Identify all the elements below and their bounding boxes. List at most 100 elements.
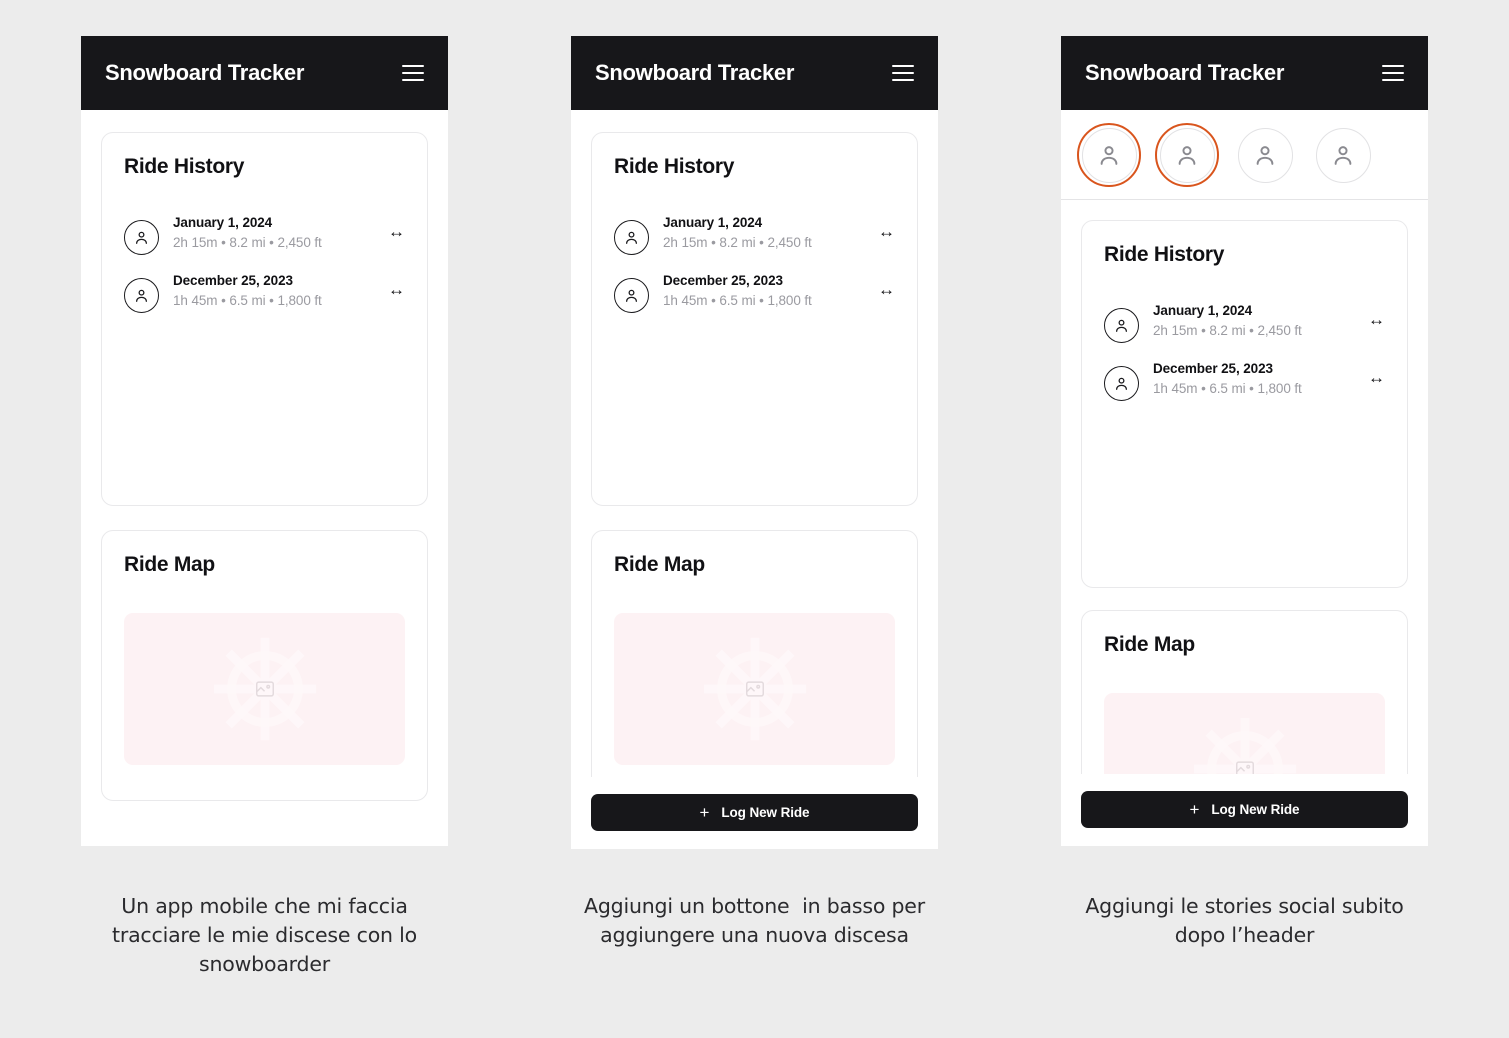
log-new-ride-button[interactable]: + Log New Ride	[591, 794, 918, 831]
story-item-4[interactable]	[1311, 123, 1375, 187]
phone-mockup-3: Snowboard Tracker Ride History January 1…	[1061, 36, 1428, 846]
plus-icon: +	[1189, 799, 1200, 819]
user-avatar-icon	[124, 278, 159, 313]
ride-history-title: Ride History	[614, 155, 735, 178]
app-content-2: Ride History January 1, 2024 2h 15m • 8.…	[571, 110, 938, 849]
ride-text: December 25, 2023 1h 45m • 6.5 mi • 1,80…	[1153, 359, 1348, 400]
user-avatar-icon	[614, 278, 649, 313]
screenshot-board: Snowboard Tracker Ride History January 1…	[0, 0, 1509, 1038]
user-avatar-icon	[1334, 146, 1352, 165]
hamburger-line	[402, 71, 424, 75]
panel-3: Snowboard Tracker Ride History January 1…	[1061, 36, 1428, 950]
user-avatar-icon	[1256, 146, 1274, 165]
ride-history-card: Ride History January 1, 2024 2h 15m • 8.…	[591, 132, 918, 506]
app-content-1: Ride History January 1, 2024 2h 15m • 8.…	[81, 110, 448, 846]
log-new-ride-button[interactable]: + Log New Ride	[1081, 791, 1408, 828]
ride-text: January 1, 2024 2h 15m • 8.2 mi • 2,450 …	[1153, 301, 1348, 342]
panel-2: Snowboard Tracker Ride History January 1…	[571, 36, 938, 950]
ride-history-title: Ride History	[124, 155, 245, 178]
panel-3-caption: Aggiungi le stories social subito dopo l…	[1085, 894, 1410, 947]
app-title: Snowboard Tracker	[1085, 60, 1285, 85]
app-title: Snowboard Tracker	[105, 60, 305, 85]
phone-mockup-2: Snowboard Tracker Ride History January 1…	[571, 36, 938, 849]
ride-stats: 2h 15m • 8.2 mi • 2,450 ft	[663, 235, 812, 251]
ride-list-item[interactable]: January 1, 2024 2h 15m • 8.2 mi • 2,450 …	[614, 213, 895, 255]
app-header-1: Snowboard Tracker	[81, 36, 448, 110]
ride-list-item[interactable]: December 25, 2023 1h 45m • 6.5 mi • 1,80…	[1104, 359, 1385, 401]
ride-map-card: Ride Map	[591, 530, 918, 801]
log-new-ride-label: Log New Ride	[1211, 802, 1300, 817]
hamburger-line	[1382, 64, 1404, 67]
ride-list-item[interactable]: December 25, 2023 1h 45m • 6.5 mi • 1,80…	[124, 271, 405, 313]
ride-list: January 1, 2024 2h 15m • 8.2 mi • 2,450 …	[124, 213, 405, 313]
story-avatar-ring	[1159, 127, 1215, 183]
hamburger-line	[892, 71, 914, 75]
user-avatar-icon	[614, 220, 649, 255]
broken-image-icon	[745, 681, 764, 697]
ride-text: January 1, 2024 2h 15m • 8.2 mi • 2,450 …	[663, 213, 858, 254]
user-avatar-icon	[124, 220, 159, 255]
ride-map-title: Ride Map	[614, 553, 705, 576]
user-avatar-icon	[1178, 146, 1196, 165]
social-stories-bar	[1061, 110, 1428, 200]
ride-expand-arrow-icon[interactable]: ↔	[388, 281, 405, 298]
ride-stats: 1h 45m • 6.5 mi • 1,800 ft	[173, 293, 322, 309]
ride-date: January 1, 2024	[1153, 303, 1253, 318]
hamburger-line	[892, 79, 914, 82]
panel-1-caption: Un app mobile che mi faccia tracciare le…	[112, 894, 424, 976]
ride-list-item[interactable]: December 25, 2023 1h 45m • 6.5 mi • 1,80…	[614, 271, 895, 313]
ride-expand-arrow-icon[interactable]: ↔	[1368, 369, 1385, 386]
ride-list: January 1, 2024 2h 15m • 8.2 mi • 2,450 …	[1104, 301, 1385, 401]
ride-date: December 25, 2023	[1153, 361, 1273, 376]
ride-list: January 1, 2024 2h 15m • 8.2 mi • 2,450 …	[614, 213, 895, 313]
ride-date: January 1, 2024	[173, 215, 273, 230]
ride-map-image[interactable]	[614, 613, 895, 765]
ride-expand-arrow-icon[interactable]: ↔	[388, 223, 405, 240]
log-new-ride-label: Log New Ride	[721, 805, 810, 820]
ride-list-item[interactable]: January 1, 2024 2h 15m • 8.2 mi • 2,450 …	[124, 213, 405, 255]
panel-1: Snowboard Tracker Ride History January 1…	[81, 36, 448, 979]
hamburger-menu-icon[interactable]	[402, 64, 424, 82]
ride-text: December 25, 2023 1h 45m • 6.5 mi • 1,80…	[173, 271, 368, 312]
ride-history-card: Ride History January 1, 2024 2h 15m • 8.…	[1081, 220, 1408, 588]
ride-text: December 25, 2023 1h 45m • 6.5 mi • 1,80…	[663, 271, 858, 312]
ride-history-title: Ride History	[1104, 243, 1225, 266]
ride-map-image[interactable]	[124, 613, 405, 765]
story-item-2[interactable]	[1155, 123, 1219, 187]
app-header-2: Snowboard Tracker	[571, 36, 938, 110]
hamburger-menu-icon[interactable]	[892, 64, 914, 82]
hamburger-line	[402, 79, 424, 82]
story-avatar-ring	[1237, 127, 1293, 183]
ride-expand-arrow-icon[interactable]: ↔	[878, 223, 895, 240]
ride-expand-arrow-icon[interactable]: ↔	[878, 281, 895, 298]
story-avatar-ring	[1081, 127, 1137, 183]
story-avatar-ring	[1315, 127, 1371, 183]
story-item-1[interactable]	[1077, 123, 1141, 187]
ride-stats: 2h 15m • 8.2 mi • 2,450 ft	[173, 235, 322, 251]
hamburger-menu-icon[interactable]	[1382, 64, 1404, 82]
ride-date: January 1, 2024	[663, 215, 763, 230]
hamburger-line	[1382, 79, 1404, 82]
ride-expand-arrow-icon[interactable]: ↔	[1368, 311, 1385, 328]
phone-mockup-1: Snowboard Tracker Ride History January 1…	[81, 36, 448, 846]
ride-map-title: Ride Map	[124, 553, 215, 576]
ride-date: December 25, 2023	[663, 273, 783, 288]
ride-list-item[interactable]: January 1, 2024 2h 15m • 8.2 mi • 2,450 …	[1104, 301, 1385, 343]
story-item-3[interactable]	[1233, 123, 1297, 187]
hamburger-line	[892, 64, 914, 67]
ride-stats: 1h 45m • 6.5 mi • 1,800 ft	[663, 293, 812, 309]
ride-map-card: Ride Map	[101, 530, 428, 801]
ride-stats: 2h 15m • 8.2 mi • 2,450 ft	[1153, 323, 1302, 339]
plus-icon: +	[699, 802, 710, 822]
ride-text: January 1, 2024 2h 15m • 8.2 mi • 2,450 …	[173, 213, 368, 254]
hamburger-line	[1382, 71, 1404, 75]
ride-date: December 25, 2023	[173, 273, 293, 288]
user-avatar-icon	[1100, 146, 1118, 165]
panel-2-caption: Aggiungi un bottone in basso per aggiung…	[584, 894, 932, 947]
user-avatar-icon	[1104, 366, 1139, 401]
user-avatar-icon	[1104, 308, 1139, 343]
app-header-3: Snowboard Tracker	[1061, 36, 1428, 110]
ride-map-title: Ride Map	[1104, 633, 1195, 656]
hamburger-line	[402, 64, 424, 67]
broken-image-icon	[255, 681, 274, 697]
